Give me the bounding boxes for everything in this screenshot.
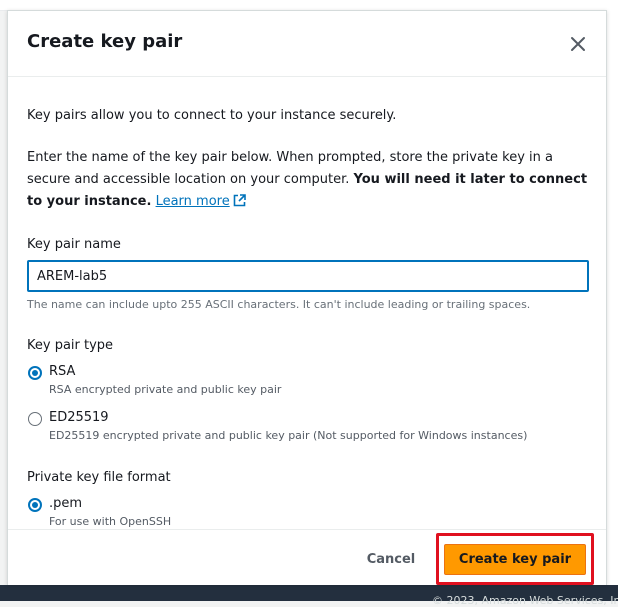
close-icon — [571, 37, 585, 51]
dialog-title: Create key pair — [27, 31, 183, 52]
file-format-label: Private key file format — [27, 470, 171, 485]
radio-title-rsa: RSA — [49, 364, 76, 379]
radio-option-rsa[interactable]: RSA RSA encrypted private and public key… — [27, 363, 587, 399]
key-pair-name-hint: The name can include upto 255 ASCII char… — [27, 298, 531, 311]
learn-more-link[interactable]: Learn more — [156, 194, 246, 209]
radio-desc-rsa: RSA encrypted private and public key pai… — [49, 383, 282, 396]
key-pair-name-input[interactable] — [27, 260, 589, 292]
radio-button-ed25519[interactable] — [28, 412, 42, 426]
key-pair-name-label: Key pair name — [27, 237, 121, 252]
instructions-text: Enter the name of the key pair below. Wh… — [27, 147, 597, 213]
radio-option-ed25519[interactable]: ED25519 ED25519 encrypted private and pu… — [27, 409, 587, 445]
external-link-icon — [233, 194, 246, 207]
radio-button-pem[interactable] — [28, 498, 42, 512]
create-key-pair-dialog: Create key pair Key pairs allow you to c… — [7, 10, 607, 585]
radio-option-pem[interactable]: .pem For use with OpenSSH — [27, 495, 587, 531]
close-button[interactable] — [567, 33, 589, 55]
cancel-button[interactable]: Cancel — [363, 545, 419, 573]
intro-text: Key pairs allow you to connect to your i… — [27, 108, 397, 123]
dialog-footer: Cancel Create key pair — [8, 529, 606, 585]
key-pair-type-label: Key pair type — [27, 338, 114, 353]
radio-button-rsa[interactable] — [28, 366, 42, 380]
create-key-pair-button[interactable]: Create key pair — [444, 544, 586, 575]
radio-desc-ed25519: ED25519 encrypted private and public key… — [49, 429, 528, 442]
radio-desc-pem: For use with OpenSSH — [49, 515, 172, 528]
learn-more-label: Learn more — [155, 194, 230, 209]
page-footer: © 2023, Amazon Web Services, Inc. — [0, 585, 618, 607]
radio-title-ed25519: ED25519 — [49, 410, 109, 425]
dialog-header: Create key pair — [8, 11, 606, 77]
radio-title-pem: .pem — [49, 496, 83, 511]
